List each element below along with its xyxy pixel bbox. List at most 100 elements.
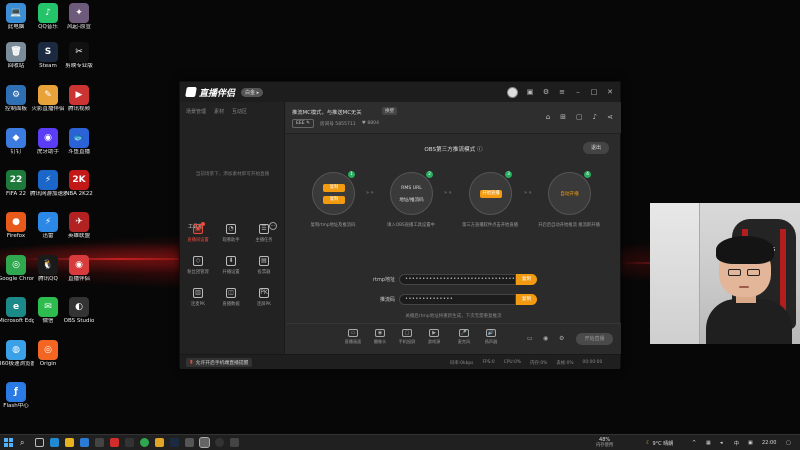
desktop-icon[interactable]: ◆ 钉钉 — [0, 128, 34, 156]
desktop-icon[interactable]: 🗑 回收站 — [0, 42, 34, 70]
copy-url-button[interactable]: 复制 — [323, 184, 345, 192]
desktop-icon[interactable]: 2K NBA 2K22 — [61, 170, 97, 198]
settings-gear-icon[interactable]: ⚙ — [559, 335, 564, 342]
tab-materials[interactable]: 素材 — [214, 108, 224, 115]
desktop-icon[interactable]: ◐ OBS Studio — [61, 297, 97, 325]
desktop-icon-label: 腾讯视频 — [67, 106, 90, 112]
preview-icon[interactable]: ▢ — [576, 113, 583, 121]
source-button[interactable]: ◉ 摄像头 — [368, 329, 392, 345]
clock[interactable]: 22:00 — [762, 435, 776, 450]
desktop-icon[interactable]: ◉ 直播伴侣 — [61, 255, 97, 283]
taskbar-app-terminal[interactable] — [185, 438, 194, 447]
bt-icon[interactable]: ▣ — [748, 435, 753, 450]
tool-button[interactable]: ▥ 连麦PK — [183, 288, 213, 307]
taskbar-app-obs[interactable] — [215, 438, 224, 447]
tool-button[interactable]: ▤ 投票器 — [249, 256, 279, 275]
taskbar-app-music[interactable] — [230, 438, 239, 447]
search-icon[interactable]: ⌕ — [20, 438, 29, 447]
desktop-icon[interactable]: ▶ 腾讯视频 — [61, 85, 97, 113]
room-title[interactable]: 推流MC模式，与推送MC无关 — [292, 108, 362, 116]
desktop-icon[interactable]: ◎Google Chrome — [0, 255, 34, 283]
taskbar-app-edge[interactable] — [50, 438, 59, 447]
desktop-icon[interactable]: eMicrosoft Edge — [0, 297, 34, 325]
desktop-icon[interactable]: ⚙ 控制面板 — [0, 85, 34, 113]
source-button[interactable]: ▭ 直播画面 — [341, 329, 365, 345]
gift-icon[interactable]: ⊞ — [560, 113, 566, 121]
tab-scenes[interactable]: 场景管理 — [186, 108, 206, 115]
live-reminder-notice[interactable]: ▮ 允许开启手机端直播提醒 — [186, 358, 253, 367]
desktop-icon[interactable]: 💻 此电脑 — [0, 3, 34, 31]
glasses-left — [728, 269, 741, 276]
desktop-icon[interactable]: ◍360极速浏览器 — [0, 340, 34, 368]
tool-button[interactable]: ▣ 直播间设置 — [183, 222, 213, 243]
copy-key-button[interactable]: 复制 — [323, 196, 345, 204]
desktop-icon-label: Microsoft Edge — [0, 318, 34, 324]
rtmp-url-field[interactable]: •••••••••••••••••••••••••••••••••• — [399, 274, 522, 285]
volume-icon[interactable]: ◂ — [720, 435, 723, 450]
taskbar-app-red[interactable] — [110, 438, 119, 447]
desktop-icon[interactable]: ✂ 剪映专业版 — [61, 42, 97, 70]
desktop-icon[interactable]: 🐟 斗鱼直播 — [61, 128, 97, 156]
network-icon[interactable]: ▦ — [706, 435, 711, 450]
exit-button[interactable]: 退出 — [583, 142, 609, 154]
tool-button[interactable]: ⬇ 开播设置 — [216, 256, 246, 275]
taskbar-app-mail[interactable] — [80, 438, 89, 447]
room-category[interactable]: EEE ✎ — [292, 119, 315, 128]
stream-key-field[interactable]: •••••••••••••• — [399, 294, 516, 305]
taskbar-app-chrome[interactable] — [140, 438, 149, 447]
room-header: 推流MC模式，与推送MC无关 换壁 EEE ✎ 房间号 5855711 ♥ 88… — [286, 102, 621, 134]
taskbar-app-steam[interactable] — [170, 438, 179, 447]
tool-label: 开播设置 — [222, 270, 240, 275]
taskbar-app-livecompanion[interactable] — [199, 437, 210, 448]
minimize-icon[interactable]: – — [574, 88, 582, 96]
shop-icon[interactable]: ⌂ — [546, 113, 550, 121]
source-label: 摄像头 — [373, 339, 387, 344]
app-icon: 22 — [6, 170, 26, 190]
taskbar-app-store[interactable] — [95, 438, 104, 447]
app-icon: 💻 — [6, 3, 26, 23]
tray-arrow-icon[interactable]: ^ — [692, 435, 696, 450]
taskview-icon[interactable] — [35, 438, 44, 447]
desktop-icon[interactable]: ● Firefox — [0, 212, 34, 240]
tool-button[interactable]: PK 连屏PK — [249, 288, 279, 307]
copy-key-button[interactable]: 复制 — [516, 294, 537, 305]
menu-icon[interactable]: ≡ — [558, 88, 566, 96]
tool-button[interactable]: ◔ 观看助手 — [216, 224, 246, 243]
desktop-icon[interactable]: ✈ 英雄联盟 — [61, 212, 97, 240]
visibility-icon[interactable]: ◉ — [543, 335, 548, 342]
tool-button[interactable]: ◇ 粉丝团管理 — [183, 256, 213, 275]
desktop-icon[interactable]: 22 FIFA 22 — [0, 170, 34, 198]
copy-rtmp-button[interactable]: 复制 — [516, 274, 537, 285]
maximize-icon[interactable]: □ — [590, 88, 598, 96]
record-icon[interactable]: ▭ — [527, 335, 533, 342]
source-button[interactable]: 🔊 扬声器 — [479, 329, 503, 345]
start-live-button[interactable]: 开始直播 — [576, 333, 613, 345]
taskbar-app-explorer[interactable] — [65, 438, 74, 447]
start-button[interactable] — [4, 438, 13, 447]
room-tag[interactable]: 换壁 — [382, 107, 398, 115]
source-button[interactable]: ▶ 游戏源 — [422, 329, 446, 345]
tool-button[interactable]: ◫ 直播数据 — [216, 288, 246, 307]
ime-icon[interactable]: 中 — [734, 435, 739, 450]
taskbar-app-dark[interactable] — [125, 438, 134, 447]
source-button[interactable]: ▢ 手机投屏 — [395, 329, 419, 345]
weather[interactable]: ☾ 9°C 晴朗 — [646, 435, 673, 450]
taskbar-app-qq[interactable] — [155, 438, 164, 447]
tool-button[interactable]: ☰ 主播任务 — [249, 224, 279, 243]
source-button[interactable]: 🎤 麦克风 — [452, 329, 476, 345]
share-icon[interactable]: ⋖ — [607, 113, 613, 121]
version-badge[interactable]: 白金 ▸ — [241, 87, 264, 97]
message-icon[interactable]: ▣ — [526, 88, 534, 96]
bell-icon[interactable]: ♪ — [593, 113, 597, 121]
desktop-icon[interactable]: ◎ Origin — [30, 340, 66, 368]
user-avatar[interactable] — [507, 86, 518, 98]
settings-icon[interactable]: ⚙ — [542, 88, 550, 96]
help-icon[interactable]: ⓘ — [477, 147, 483, 153]
desktop-icon[interactable]: ƒ Flash中心 — [0, 382, 34, 410]
stream-stat: 内存:0% — [530, 361, 548, 366]
tab-interaction[interactable]: 互动区 — [232, 108, 247, 115]
desktop-icon[interactable]: ✦ 风起-原宣 — [61, 3, 97, 31]
close-icon[interactable]: ✕ — [606, 88, 614, 96]
desktop-icon-label: 斗鱼直播 — [67, 149, 90, 155]
notification-icon[interactable]: ▢ — [786, 435, 791, 450]
